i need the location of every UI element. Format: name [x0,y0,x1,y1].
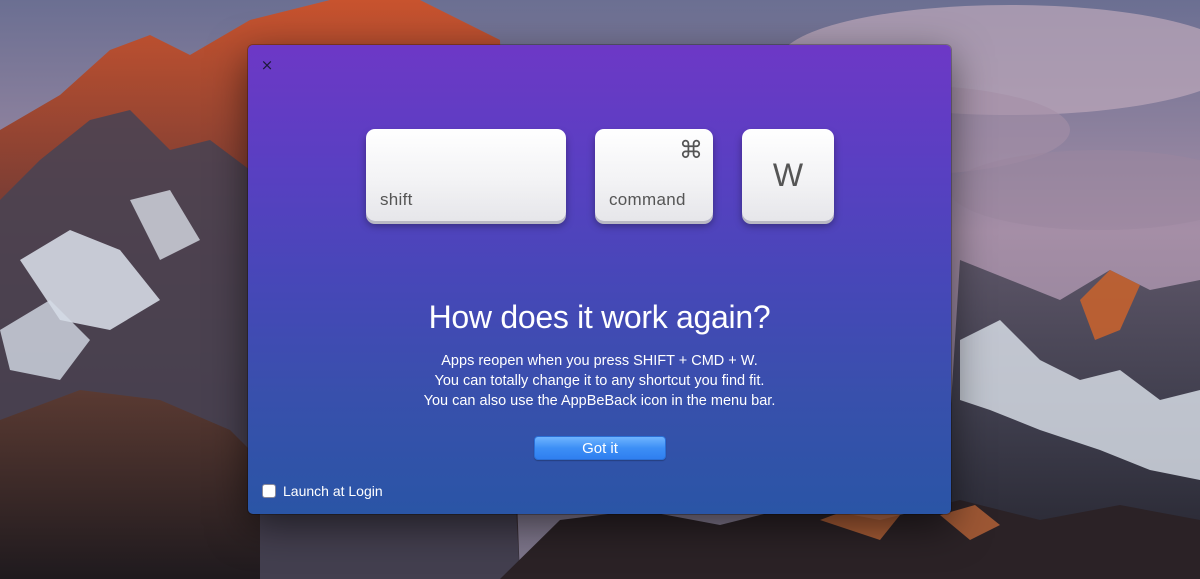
headline: How does it work again? [428,299,771,335]
command-key: ⌘ command [595,129,713,221]
description-line: You can also use the AppBeBack icon in t… [423,393,776,409]
shift-key: shift [366,129,566,221]
command-symbol-icon: ⌘ [679,136,703,164]
got-it-button[interactable]: Got it [534,436,666,460]
close-icon[interactable]: × [260,58,274,73]
desktop: × shift ⌘ command W How does it work aga… [0,0,1200,579]
description-line: Apps reopen when you press SHIFT + CMD +… [441,353,758,369]
description: Apps reopen when you press SHIFT + CMD +… [248,351,951,411]
launch-at-login-row[interactable]: Launch at Login [262,482,383,500]
command-key-label: command [609,190,686,209]
shift-key-label: shift [380,190,413,209]
launch-at-login-label: Launch at Login [283,483,383,499]
w-key-label: W [772,157,804,193]
description-line: You can totally change it to any shortcu… [434,373,765,389]
appbeback-window: × shift ⌘ command W How does it work aga… [248,45,951,514]
w-key: W [742,129,834,221]
launch-at-login-checkbox[interactable] [262,484,276,498]
